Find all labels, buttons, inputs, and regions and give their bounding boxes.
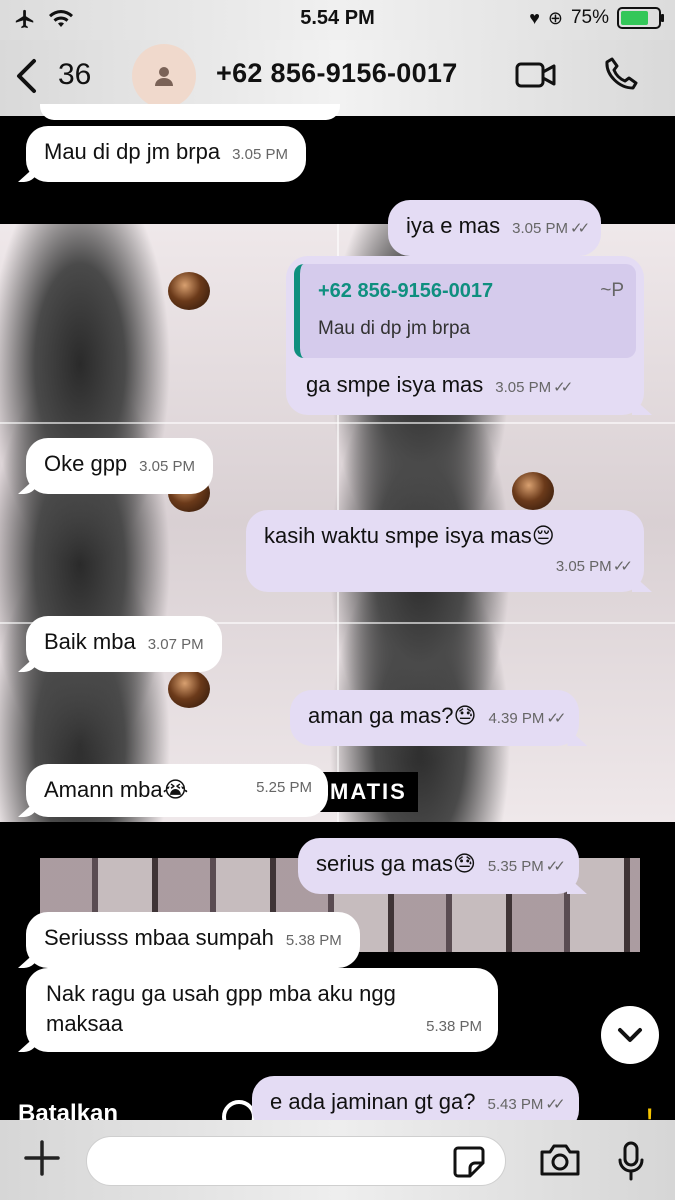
unread-count[interactable]: 36 bbox=[58, 58, 91, 92]
message-time: 3.07 PM bbox=[147, 636, 204, 653]
plus-icon bbox=[24, 1140, 60, 1176]
double-check-icon: ✓✓ bbox=[553, 379, 573, 396]
message-time: 3.05 PM bbox=[139, 458, 196, 475]
message-bubble-in[interactable]: Oke gpp 3.05 PM bbox=[18, 438, 214, 494]
sticker-button[interactable] bbox=[452, 1145, 486, 1184]
heart-icon: ♥ bbox=[529, 7, 540, 28]
double-check-icon: ✓✓ bbox=[613, 558, 633, 575]
message-text: e ada jaminan gt ga? bbox=[270, 1089, 476, 1114]
message-text: kasih waktu smpe isya mas😔 bbox=[264, 523, 555, 548]
double-check-icon: ✓✓ bbox=[546, 710, 566, 727]
message-text: Amann mba😭 bbox=[44, 777, 189, 802]
message-bubble-in[interactable]: Amann mba😭 5.25 PM bbox=[18, 764, 328, 817]
message-time: 5.38 PM bbox=[426, 1018, 482, 1035]
microphone-icon bbox=[618, 1141, 644, 1181]
message-bubble-out[interactable]: iya e mas 3.05 PM ✓✓ bbox=[388, 200, 602, 256]
message-time: 5.43 PM bbox=[487, 1096, 544, 1113]
sticker-icon bbox=[453, 1146, 485, 1178]
contact-name[interactable]: +62 856-9156-0017 bbox=[216, 58, 458, 89]
message-bubble-in[interactable]: Nak ragu ga usah gpp mba aku ngg maksaa … bbox=[18, 968, 498, 1052]
camera-button[interactable] bbox=[538, 1142, 582, 1183]
attach-button[interactable] bbox=[22, 1138, 62, 1183]
quoted-text: Mau di dp jm brpa bbox=[318, 318, 471, 339]
scroll-to-bottom-button[interactable] bbox=[601, 1006, 659, 1064]
message-time: 5.25 PM bbox=[256, 779, 312, 796]
message-bubble-out[interactable]: aman ga mas?😓 4.39 PM ✓✓ bbox=[290, 690, 588, 746]
message-bubble-partial bbox=[40, 104, 340, 120]
battery-icon bbox=[617, 7, 664, 29]
wallpaper-overlay-text: MATIS bbox=[318, 772, 418, 812]
quoted-tag: ~P bbox=[600, 280, 624, 301]
chevron-down-icon bbox=[618, 1028, 642, 1042]
microphone-button[interactable] bbox=[616, 1140, 646, 1187]
video-call-button[interactable] bbox=[515, 60, 557, 95]
avatar[interactable] bbox=[132, 44, 196, 108]
message-text: iya e mas bbox=[406, 213, 501, 238]
message-text: Oke gpp bbox=[44, 451, 128, 476]
message-bubble-out[interactable]: serius ga mas😓 5.35 PM ✓✓ bbox=[298, 838, 587, 894]
message-input[interactable] bbox=[86, 1136, 506, 1186]
message-time: 3.05 PM bbox=[512, 220, 569, 237]
status-bar: 5.54 PM ♥ ⊕ 75% bbox=[0, 0, 675, 40]
message-bubble-in[interactable]: Mau di dp jm brpa 3.05 PM bbox=[18, 126, 306, 182]
message-time: 3.05 PM bbox=[495, 379, 552, 396]
quoted-sender: +62 856-9156-0017 bbox=[318, 280, 494, 302]
double-check-icon: ✓✓ bbox=[545, 1096, 565, 1113]
message-bubble-out-reply[interactable]: +62 856-9156-0017 ~P Mau di dp jm brpa g… bbox=[286, 256, 652, 415]
quoted-message[interactable]: +62 856-9156-0017 ~P Mau di dp jm brpa bbox=[294, 264, 636, 358]
battery-percent: 75% bbox=[570, 7, 609, 28]
message-time: 3.05 PM bbox=[232, 146, 288, 163]
message-text: aman ga mas?😓 bbox=[308, 703, 477, 728]
camera-icon bbox=[540, 1144, 580, 1176]
message-text: Seriusss mbaa sumpah bbox=[44, 925, 274, 950]
back-button[interactable] bbox=[14, 58, 38, 102]
message-bubble-out[interactable]: kasih waktu smpe isya mas😔 3.05 PM ✓✓ bbox=[246, 510, 652, 592]
rotation-lock-icon: ⊕ bbox=[547, 7, 563, 28]
message-text: serius ga mas😓 bbox=[316, 851, 476, 876]
phone-call-icon bbox=[605, 57, 638, 90]
voice-call-button[interactable] bbox=[604, 56, 638, 97]
chevron-left-icon bbox=[17, 59, 36, 93]
message-time: 4.39 PM bbox=[488, 710, 545, 727]
double-check-icon: ✓✓ bbox=[545, 858, 566, 875]
double-check-icon: ✓✓ bbox=[570, 220, 590, 237]
message-time: 5.35 PM bbox=[487, 858, 544, 875]
message-text: Nak ragu ga usah gpp mba aku ngg maksaa bbox=[46, 981, 396, 1036]
message-text: ga smpe isya mas bbox=[306, 372, 484, 397]
message-time: 5.38 PM bbox=[285, 932, 342, 949]
message-text: Baik mba bbox=[44, 629, 136, 654]
message-bubble-in[interactable]: Seriusss mbaa sumpah 5.38 PM bbox=[18, 912, 360, 968]
message-time: 3.05 PM bbox=[555, 558, 612, 575]
person-icon bbox=[155, 67, 173, 86]
video-call-icon bbox=[515, 62, 556, 88]
message-bubble-in[interactable]: Baik mba 3.07 PM bbox=[18, 616, 222, 672]
message-text: Mau di dp jm brpa bbox=[44, 139, 221, 164]
